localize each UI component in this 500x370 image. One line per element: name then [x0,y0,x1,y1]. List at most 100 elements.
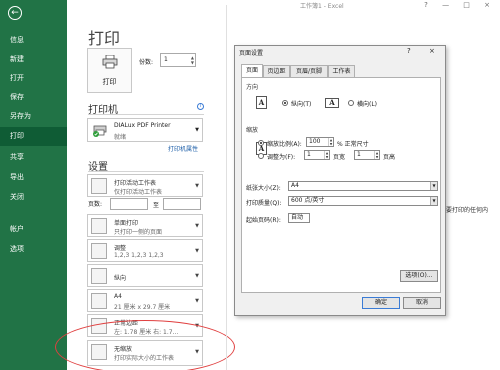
window-title: 工作簿1 - Excel [300,3,344,10]
fit-tall-value: 1 [357,151,361,158]
first-page-input[interactable]: 自动 [288,213,310,223]
setting-sides[interactable]: 单面打印 只打印一侧的页面 ▼ [87,214,203,237]
sidebar-item-options[interactable]: 选项 [0,240,67,259]
sidebar-item-account[interactable]: 帐户 [0,220,67,239]
print-quality-label: 打印质量(Q): [246,200,282,207]
copies-input[interactable]: 1 ▲ ▼ [160,53,196,67]
collate-icon [91,243,107,259]
portrait-orientation-icon: A [256,96,267,109]
printer-icon [102,55,118,69]
paper-icon [91,293,107,309]
portrait-label: 纵向(T) [291,101,312,108]
printer-status: 就绪 [114,134,127,141]
chevron-down-icon: ▼ [195,183,199,189]
fit-label: 调整为(F): [267,154,296,161]
portrait-icon [91,268,107,284]
printer-status-icon [93,125,107,137]
divider [88,114,204,115]
sidebar-item-close[interactable]: 关闭 [0,188,67,207]
pages-to-input[interactable] [163,198,201,210]
window-controls[interactable]: ? — □ × [424,1,496,9]
cancel-button[interactable]: 取消 [403,297,441,309]
paper-size-select[interactable]: A4 ▼ [288,181,438,191]
setting-paper-size[interactable]: A4 21 厘米 x 29.7 厘米 ▼ [87,289,203,312]
scale-stepper-icon[interactable]: ▲ ▼ [328,138,333,146]
paper-size-label: 纸张大小(Z): [246,185,281,192]
setting-description: 1,2,3 1,2,3 1,2,3 [114,252,164,259]
fit-tall-input[interactable]: 1 ▲ ▼ [354,150,380,160]
page-setup-dialog: 页面设置 ? × 页面 页边距 页眉/页脚 工作表 方向 A 纵向(T) A 横… [234,45,446,316]
fit-wide-input[interactable]: 1 ▲ ▼ [304,150,330,160]
preview-divider [226,5,227,370]
worksheet-icon [91,178,107,194]
orientation-group-label: 方向 [246,84,259,91]
scale-value: 100 [309,138,321,145]
options-button[interactable]: 选项(O)... [400,270,438,282]
setting-description: 仅打印活动工作表 [114,189,163,196]
tab-page[interactable]: 页面 [241,64,263,77]
fit-wide-suffix: 页宽 [333,154,346,161]
tab-header-footer[interactable]: 页眉/页脚 [290,65,328,77]
print-quality-select[interactable]: 600 点/英寸 ▼ [288,196,438,206]
page-title: 打印 [88,29,121,48]
chevron-down-icon: ▼ [195,223,199,229]
landscape-radio[interactable] [348,100,354,106]
annotation-ellipse [55,320,235,370]
tab-panel-page: 方向 A 纵向(T) A 横向(L) 缩放 A 缩放比例(A): 100 ▲ ▼ … [241,77,441,293]
pages-to-label: 至 [153,202,160,209]
ok-button[interactable]: 确定 [362,297,400,309]
landscape-label: 横向(L) [357,101,378,108]
setting-collation[interactable]: 调整 1,2,3 1,2,3 1,2,3 ▼ [87,239,203,262]
print-button-label: 打印 [102,78,117,86]
sidebar-item-print[interactable]: 打印 [0,127,67,146]
setting-orientation[interactable]: 纵向 ▼ [87,264,203,287]
portrait-radio[interactable] [282,100,288,106]
first-page-value: 自动 [291,214,304,221]
print-button[interactable]: 打印 [87,48,132,93]
scale-suffix: % 正常尺寸 [337,141,369,148]
help-icon[interactable]: ? [407,47,411,55]
setting-label: 调整 [114,245,127,252]
pages-from-input[interactable] [110,198,148,210]
sidebar-item-save-as[interactable]: 另存为 [0,107,67,126]
sidebar-item-info[interactable]: 信息 [0,31,67,50]
paper-size-value: A4 [291,182,299,189]
sidebar-item-export[interactable]: 导出 [0,168,67,187]
sidebar-item-new[interactable]: 新建 [0,50,67,69]
chevron-down-icon: ▼ [430,182,437,190]
tab-margins[interactable]: 页边距 [263,65,290,77]
sidebar-item-open[interactable]: 打开 [0,69,67,88]
sidebar-item-share[interactable]: 共享 [0,148,67,167]
scaling-group-label: 缩放 [246,127,259,134]
sidebar-item-save[interactable]: 保存 [0,88,67,107]
chevron-down-icon: ▼ [430,197,437,205]
chevron-down-icon: ▼ [195,298,199,304]
fit-tall-suffix: 页高 [383,154,396,161]
scale-input[interactable]: 100 ▲ ▼ [306,137,334,147]
fit-wide-value: 1 [307,151,311,158]
copies-stepper-icon[interactable]: ▲ ▼ [191,55,194,65]
printer-properties-link[interactable]: 打印机属性 [168,144,198,153]
chevron-down-icon: ▼ [195,273,199,279]
dialog-title: 页面设置 [239,50,264,57]
fit-tall-stepper-icon[interactable]: ▲ ▼ [374,151,379,159]
back-arrow-icon[interactable]: ← [8,6,22,20]
setting-print-range[interactable]: 打印活动工作表 仅打印活动工作表 ▼ [87,174,203,197]
landscape-orientation-icon: A [325,98,339,108]
chevron-down-icon: ▼ [195,248,199,254]
tab-sheet[interactable]: 工作表 [328,65,355,77]
print-quality-value: 600 点/英寸 [291,197,325,204]
fit-wide-stepper-icon[interactable]: ▲ ▼ [324,151,329,159]
excel-backstage-print: ← 信息 新建 打开 保存 另存为 打印 共享 导出 关闭 帐户 选项 工作簿1… [0,0,500,370]
setting-label: A4 [114,293,122,300]
close-icon[interactable]: × [429,47,435,55]
info-icon[interactable]: i [197,103,204,110]
printer-select[interactable]: DIALux PDF Printer 就绪 ▼ [87,118,203,142]
setting-label: 纵向 [114,275,127,282]
scale-radio[interactable] [258,140,264,146]
scale-label: 缩放比例(A): [267,141,302,148]
fit-radio[interactable] [258,153,264,159]
setting-label: 单面打印 [114,220,139,227]
preview-clipped-text: 要打印的任何内 [446,207,489,214]
divider [88,171,204,172]
